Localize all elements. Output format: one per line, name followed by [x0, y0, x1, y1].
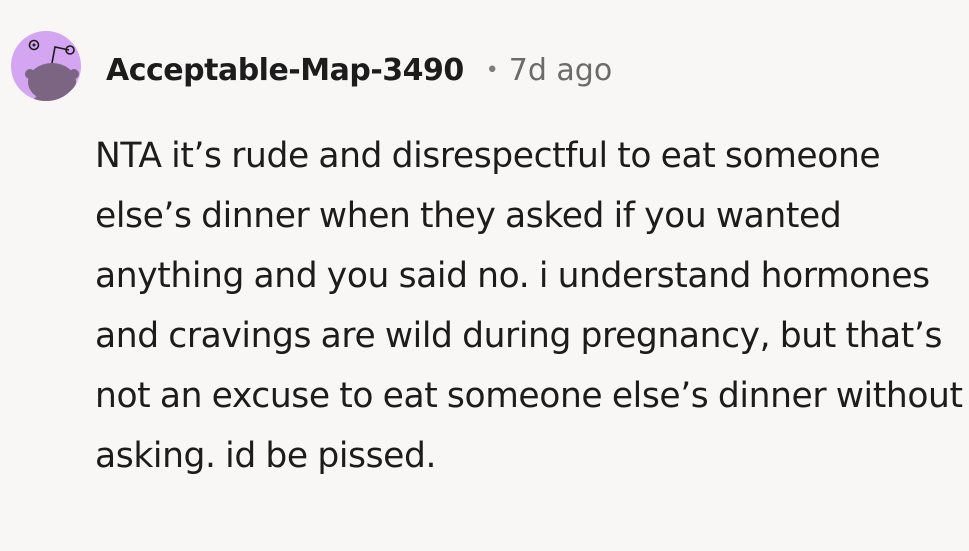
reddit-snoo-avatar-icon[interactable] [11, 20, 81, 112]
meta-separator: • [485, 57, 499, 83]
comment-meta: Acceptable-Map-3490 • 7d ago [106, 48, 612, 92]
comment: Acceptable-Map-3490 • 7d ago NTA it’s ru… [0, 0, 969, 551]
author-username[interactable]: Acceptable-Map-3490 [106, 53, 464, 88]
comment-timestamp[interactable]: 7d ago [509, 53, 612, 88]
comment-body: NTA it’s rude and disrespectful to eat s… [95, 136, 963, 476]
